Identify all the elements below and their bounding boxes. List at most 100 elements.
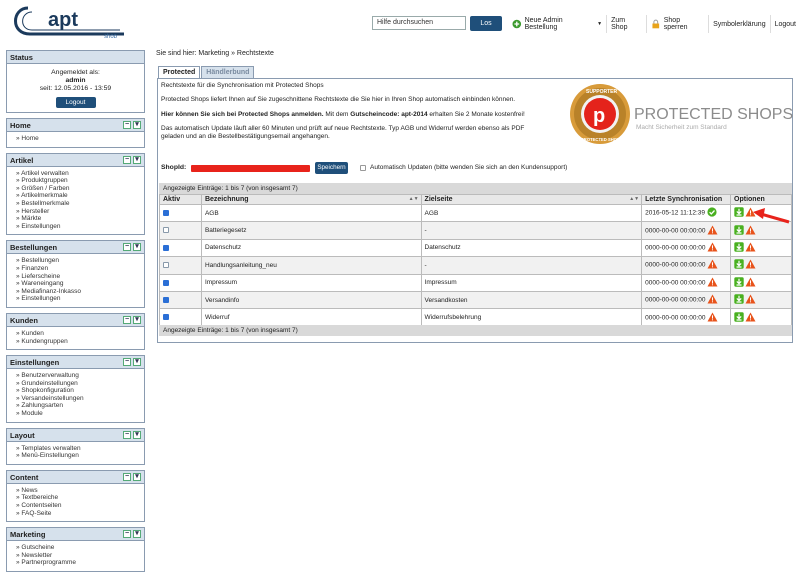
sidebar-link-label: Gutscheine <box>21 544 55 552</box>
signup-link[interactable]: Hier können Sie sich bei Protected Shops… <box>161 111 324 118</box>
active-checkbox[interactable] <box>163 262 169 269</box>
move-icon[interactable]: ▾ <box>133 155 141 164</box>
logged-in-as: Angemeldet als: <box>51 69 100 76</box>
download-icon[interactable] <box>734 242 744 254</box>
sidebar-link[interactable]: » Contentseiten <box>16 502 144 510</box>
tab-protected[interactable]: Protected <box>158 66 201 78</box>
sidebar-logout-button[interactable]: Logout <box>55 97 96 108</box>
sidebar-link[interactable]: » Finanzen <box>16 265 144 273</box>
col-bezeichnung[interactable]: Bezeichnung ▲▼ <box>200 194 422 205</box>
active-checkbox[interactable] <box>163 314 169 321</box>
sidebar-link[interactable]: » Produktgruppen <box>16 177 144 185</box>
sidebar-link[interactable]: » Lieferscheine <box>16 273 144 281</box>
download-icon[interactable] <box>734 277 744 289</box>
sidebar-link-label: Shopkonfiguration <box>21 387 74 395</box>
warning-icon <box>745 242 756 254</box>
collapse-icon[interactable]: − <box>123 243 131 252</box>
search-button[interactable]: Los <box>470 16 502 31</box>
col-zielseite[interactable]: Zielseite ▲▼ <box>420 194 643 205</box>
sidebar-link-label: Artikel verwalten <box>21 169 69 177</box>
sidebar-link[interactable]: » Shopkonfiguration <box>16 387 144 395</box>
download-icon[interactable] <box>734 224 744 237</box>
search-input[interactable]: Hilfe durchsuchen <box>372 16 466 30</box>
new-admin-order-button[interactable]: Neue Admin Bestellung ▼ <box>508 15 606 33</box>
sidebar-link[interactable]: » Gutscheine <box>16 544 144 552</box>
lock-shop-button[interactable]: Shop sperren <box>646 15 708 33</box>
warning-icon <box>745 277 756 289</box>
auto-update-checkbox[interactable] <box>360 165 366 171</box>
sidebar-link[interactable]: » Einstellungen <box>16 223 144 231</box>
symbol-legend-link[interactable]: Symbolerklärung <box>708 15 770 33</box>
col-aktiv[interactable]: Aktiv <box>159 194 202 205</box>
sidebar-link[interactable]: » Artikelmerkmale <box>16 192 144 200</box>
download-icon[interactable] <box>734 311 744 324</box>
sidebar-link[interactable]: » Einstellungen <box>16 295 144 303</box>
move-icon[interactable]: ▾ <box>133 243 141 252</box>
active-checkbox[interactable] <box>163 296 169 303</box>
save-button[interactable]: Speichern <box>315 162 348 174</box>
active-checkbox[interactable] <box>163 244 169 251</box>
sidebar-box-kunden: Kunden − ▾ » Kunden» Kundengruppen <box>6 312 145 351</box>
download-icon[interactable] <box>734 259 744 271</box>
sidebar-link[interactable]: » Zahlungsarten <box>16 402 144 410</box>
collapse-icon[interactable]: − <box>123 155 131 164</box>
sync-time: 2016-05-12 11:12:39 <box>645 209 705 217</box>
red-arrow-annotation <box>753 208 790 224</box>
sidebar-link[interactable]: » Bestellmerkmale <box>16 200 144 208</box>
active-checkbox[interactable] <box>163 279 169 286</box>
to-shop-link[interactable]: Zum Shop <box>606 15 646 33</box>
cell-target: Widerrufsbelehrung <box>420 308 643 327</box>
collapse-icon[interactable]: − <box>123 530 131 539</box>
sidebar-link[interactable]: » Partnerprogramme <box>16 559 144 567</box>
protected-shops-logo[interactable]: p SUPPORTER PROTECTED SHOPS PROTECTED SH… <box>568 82 793 146</box>
collapse-icon[interactable]: − <box>123 472 131 481</box>
collapse-icon[interactable]: − <box>123 358 131 367</box>
entries-info-bottom: Angezeigte Einträge: 1 bis 7 (von insges… <box>159 325 792 336</box>
sidebar-link[interactable]: » Templates verwalten <box>16 445 144 453</box>
sidebar-link[interactable]: » Kunden <box>16 330 144 338</box>
move-icon[interactable]: ▾ <box>133 430 141 439</box>
move-icon[interactable]: ▾ <box>133 530 141 539</box>
sidebar-link[interactable]: » Benutzerverwaltung <box>16 372 144 380</box>
sidebar-link-label: Partnerprogramme <box>21 559 76 567</box>
sidebar-link[interactable]: » Grundeinstellungen <box>16 380 144 388</box>
active-checkbox[interactable] <box>163 209 169 216</box>
download-icon[interactable] <box>734 294 744 306</box>
col-sync[interactable]: Letzte Synchronisation <box>641 194 732 205</box>
sidebar-link[interactable]: » Textbereiche <box>16 494 144 502</box>
collapse-icon[interactable]: − <box>123 315 131 324</box>
sidebar-link[interactable]: » Bestellungen <box>16 257 144 265</box>
sidebar-link[interactable]: » Menü-Einstellungen <box>16 452 144 460</box>
sidebar-link[interactable]: » Mediafinanz-Inkasso <box>16 288 144 296</box>
sidebar-link-label: Kunden <box>21 329 44 337</box>
sidebar-link[interactable]: » Home <box>16 135 144 143</box>
sidebar-link[interactable]: » Newsletter <box>16 552 144 560</box>
svg-text:p: p <box>593 105 605 127</box>
sidebar-link[interactable]: » FAQ-Seite <box>16 510 144 518</box>
collapse-icon[interactable]: − <box>123 430 131 439</box>
move-icon[interactable]: ▾ <box>133 121 141 129</box>
cell-sync: 0000-00-00 00:00:00 <box>641 273 732 292</box>
apt-logo[interactable]: apt shop <box>8 4 128 38</box>
sidebar-link[interactable]: » Module <box>16 410 144 418</box>
logout-link[interactable]: Logout <box>769 15 800 33</box>
lock-icon <box>652 19 660 29</box>
sidebar-link[interactable]: » Größen / Farben <box>16 185 144 193</box>
sidebar-link[interactable]: » Hersteller <box>16 208 144 216</box>
move-icon[interactable]: ▾ <box>133 315 141 324</box>
sidebar-link[interactable]: » Wareneingang <box>16 280 144 288</box>
move-icon[interactable]: ▾ <box>133 358 141 367</box>
sidebar-link[interactable]: » Artikel verwalten <box>16 170 144 178</box>
active-checkbox[interactable] <box>163 227 169 234</box>
move-icon[interactable]: ▾ <box>133 472 141 481</box>
col-bezeichnung-label: Bezeichnung <box>204 196 249 203</box>
sidebar-link[interactable]: » Versandeinstellungen <box>16 395 144 403</box>
download-icon[interactable] <box>734 207 744 219</box>
sidebar-link[interactable]: » Märkte <box>16 215 144 223</box>
shopid-field[interactable] <box>191 165 310 172</box>
sidebar-link[interactable]: » Kundengruppen <box>16 338 144 346</box>
sidebar-link[interactable]: » News <box>16 487 144 495</box>
top-nav: Neue Admin Bestellung ▼ Zum Shop Shop sp… <box>508 15 800 33</box>
collapse-icon[interactable]: − <box>123 121 131 129</box>
tab-haendlerbund[interactable]: Händlerbund <box>201 66 255 78</box>
